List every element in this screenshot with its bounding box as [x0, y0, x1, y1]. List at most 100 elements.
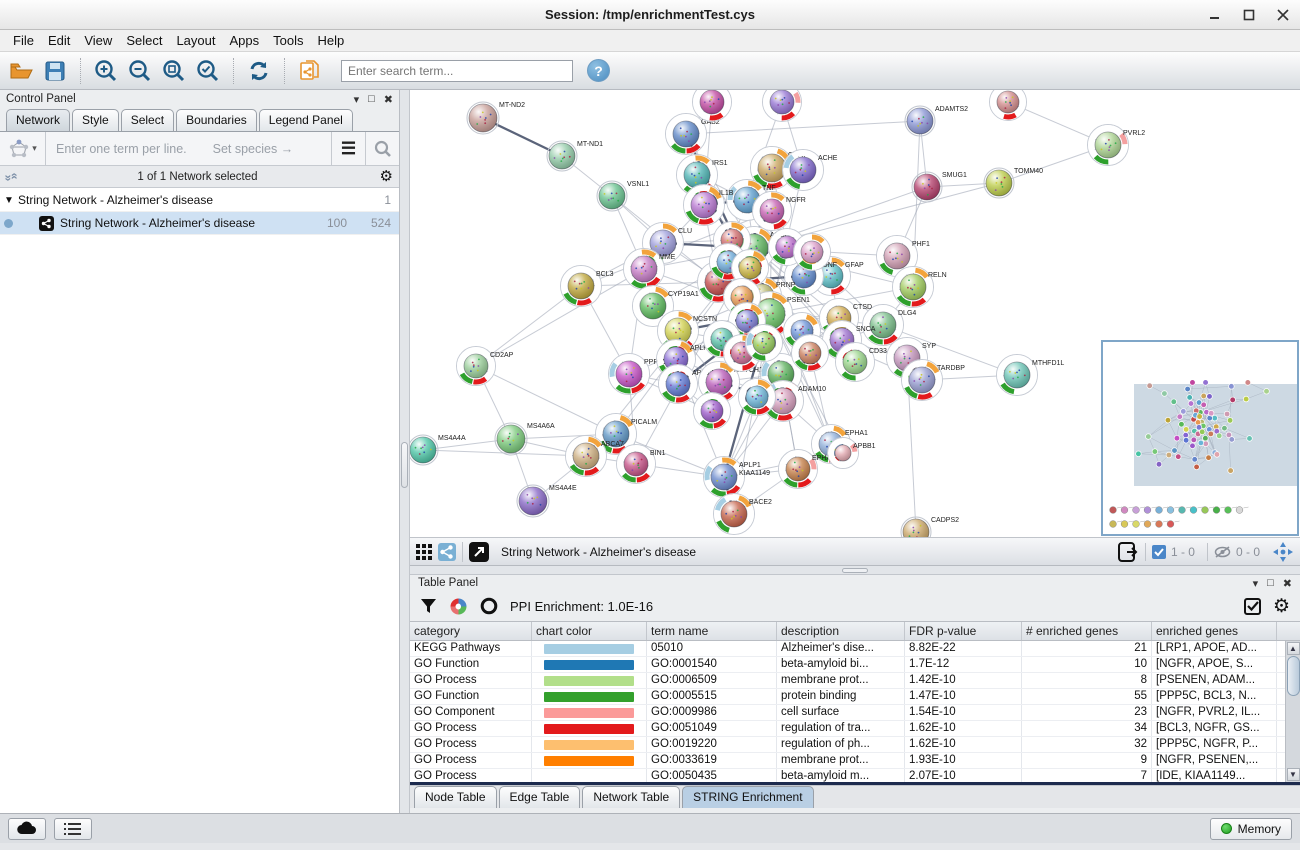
splitter-grip[interactable] [842, 568, 868, 573]
select-columns-icon[interactable] [1244, 598, 1261, 615]
float-panel-icon[interactable]: □ [1267, 577, 1274, 589]
zoom-out-button[interactable] [125, 56, 155, 86]
svg-text:PHF1: PHF1 [912, 241, 930, 248]
cloud-tasks-button[interactable] [8, 818, 46, 840]
zoom-in-button[interactable] [91, 56, 121, 86]
menu-item-edit[interactable]: Edit [41, 32, 77, 49]
refresh-button[interactable] [244, 56, 274, 86]
table-row[interactable]: GO FunctionGO:0005515protein binding1.47… [410, 689, 1300, 705]
tab-boundaries[interactable]: Boundaries [176, 109, 257, 131]
table-row[interactable]: GO ProcessGO:0006509membrane prot...1.42… [410, 673, 1300, 689]
navigate-icon[interactable] [1272, 541, 1294, 563]
zoom-fit-button[interactable] [159, 56, 189, 86]
column-header-5[interactable]: # enriched genes [1022, 622, 1152, 640]
float-panel-icon[interactable]: □ [368, 93, 375, 105]
string-protein-query-dropdown[interactable]: ▾ [0, 132, 46, 165]
network-view[interactable]: MT-ND2MT-ND1VSNL1GAB2IRS1CHATACHETNFNGFR… [410, 90, 1300, 538]
close-panel-icon[interactable]: ✖ [384, 93, 393, 106]
network-tree-row[interactable]: ▼String Network - Alzheimer's disease1 [0, 189, 399, 212]
column-header-4[interactable]: FDR p-value [905, 622, 1022, 640]
column-header-2[interactable]: term name [647, 622, 777, 640]
tab-network[interactable]: Network [6, 109, 70, 131]
menu-item-view[interactable]: View [77, 32, 119, 49]
save-session-button[interactable] [40, 56, 70, 86]
table-row[interactable]: GO ProcessGO:0033619membrane prot...1.93… [410, 753, 1300, 769]
chart-color-swatch [532, 721, 647, 736]
zoom-selected-button[interactable] [193, 56, 223, 86]
search-input[interactable] [341, 60, 573, 82]
current-network-dot [4, 219, 13, 228]
table-row[interactable]: GO ProcessGO:0050435beta-amyloid m...2.0… [410, 769, 1300, 782]
string-share-icon[interactable] [438, 543, 456, 561]
tab-legend-panel[interactable]: Legend Panel [259, 109, 353, 131]
close-panel-icon[interactable]: ✖ [1283, 577, 1292, 590]
horizontal-splitter[interactable] [410, 566, 1300, 575]
detach-view-icon[interactable] [469, 542, 489, 562]
expand-all-icon[interactable]: » [6, 174, 20, 179]
network-from-clipboard-button[interactable] [295, 56, 325, 86]
column-header-3[interactable]: description [777, 622, 905, 640]
chart-color-swatch [532, 737, 647, 752]
network-tree: ▼String Network - Alzheimer's disease1St… [0, 188, 399, 813]
table-row[interactable]: KEGG Pathways05010Alzheimer's dise...8.8… [410, 641, 1300, 657]
tab-select[interactable]: Select [121, 109, 174, 131]
menu-item-help[interactable]: Help [311, 32, 352, 49]
table-row[interactable]: GO ComponentGO:0009986cell surface1.54E-… [410, 705, 1300, 721]
tab-node-table[interactable]: Node Table [414, 786, 497, 808]
memory-label: Memory [1238, 822, 1281, 836]
svg-text:ACHE: ACHE [818, 155, 838, 162]
memory-button[interactable]: Memory [1210, 818, 1292, 840]
query-options-icon[interactable]: ☰ [331, 132, 365, 165]
menu-item-layout[interactable]: Layout [169, 32, 222, 49]
table-vertical-scrollbar[interactable]: ▲ ▼ [1285, 641, 1300, 782]
vertical-splitter[interactable] [400, 90, 410, 813]
open-session-button[interactable] [6, 56, 36, 86]
svg-text:CTSD: CTSD [853, 304, 872, 311]
svg-text:CD2AP: CD2AP [490, 352, 514, 359]
panel-menu-icon[interactable]: ▾ [354, 93, 360, 106]
table-row[interactable]: GO ProcessGO:0019220regulation of ph...1… [410, 737, 1300, 753]
menu-item-select[interactable]: Select [119, 32, 169, 49]
scroll-up-icon[interactable]: ▲ [1287, 642, 1300, 655]
svg-text:PRNP: PRNP [776, 282, 796, 289]
close-button[interactable] [1276, 8, 1290, 22]
tree-expand-icon[interactable]: ▼ [0, 195, 18, 206]
menu-item-tools[interactable]: Tools [266, 32, 310, 49]
table-row[interactable]: GO ProcessGO:0051049regulation of tra...… [410, 721, 1300, 737]
ring-chart-icon[interactable] [480, 597, 498, 615]
table-settings-gear-icon[interactable]: ⚙ [1273, 597, 1290, 616]
tab-network-table[interactable]: Network Table [582, 786, 680, 808]
scrollbar-thumb[interactable] [1287, 656, 1300, 696]
svg-text:PSEN1: PSEN1 [787, 297, 810, 304]
enrichment-chart-icon[interactable] [449, 597, 468, 616]
table-row[interactable]: GO FunctionGO:0001540beta-amyloid bi...1… [410, 657, 1300, 673]
column-header-1[interactable]: chart color [532, 622, 647, 640]
toolbar-separator [462, 542, 463, 562]
network-options-gear-icon[interactable]: ⚙ [380, 169, 393, 184]
network-label: String Network - Alzheimer's disease [60, 216, 303, 230]
export-network-icon[interactable] [1117, 541, 1139, 563]
help-icon[interactable]: ? [587, 59, 610, 82]
grid-view-icon[interactable] [416, 544, 432, 560]
svg-text:NGFR: NGFR [786, 197, 806, 204]
scroll-down-icon[interactable]: ▼ [1287, 768, 1300, 781]
birds-eye-navigator[interactable] [1101, 340, 1299, 536]
menu-item-file[interactable]: File [6, 32, 41, 49]
query-search-icon[interactable] [365, 132, 399, 165]
set-species-label[interactable]: Set species → [213, 142, 294, 156]
panel-menu-icon[interactable]: ▾ [1253, 577, 1259, 590]
string-query-bar: ▾ Enter one term per line. Set species →… [0, 132, 399, 166]
query-placeholder[interactable]: Enter one term per line. [56, 142, 187, 156]
tab-style[interactable]: Style [72, 109, 119, 131]
task-history-button[interactable] [54, 818, 92, 840]
tab-string-enrichment[interactable]: STRING Enrichment [682, 786, 813, 808]
maximize-button[interactable] [1242, 8, 1256, 22]
column-header-0[interactable]: category [410, 622, 532, 640]
network-tree-row[interactable]: String Network - Alzheimer's disease1005… [0, 212, 399, 235]
minimize-button[interactable] [1208, 8, 1222, 22]
column-header-6[interactable]: enriched genes [1152, 622, 1277, 640]
menu-item-apps[interactable]: Apps [223, 32, 267, 49]
filter-icon[interactable] [420, 598, 437, 615]
splitter-grip[interactable] [401, 442, 408, 488]
tab-edge-table[interactable]: Edge Table [499, 786, 581, 808]
